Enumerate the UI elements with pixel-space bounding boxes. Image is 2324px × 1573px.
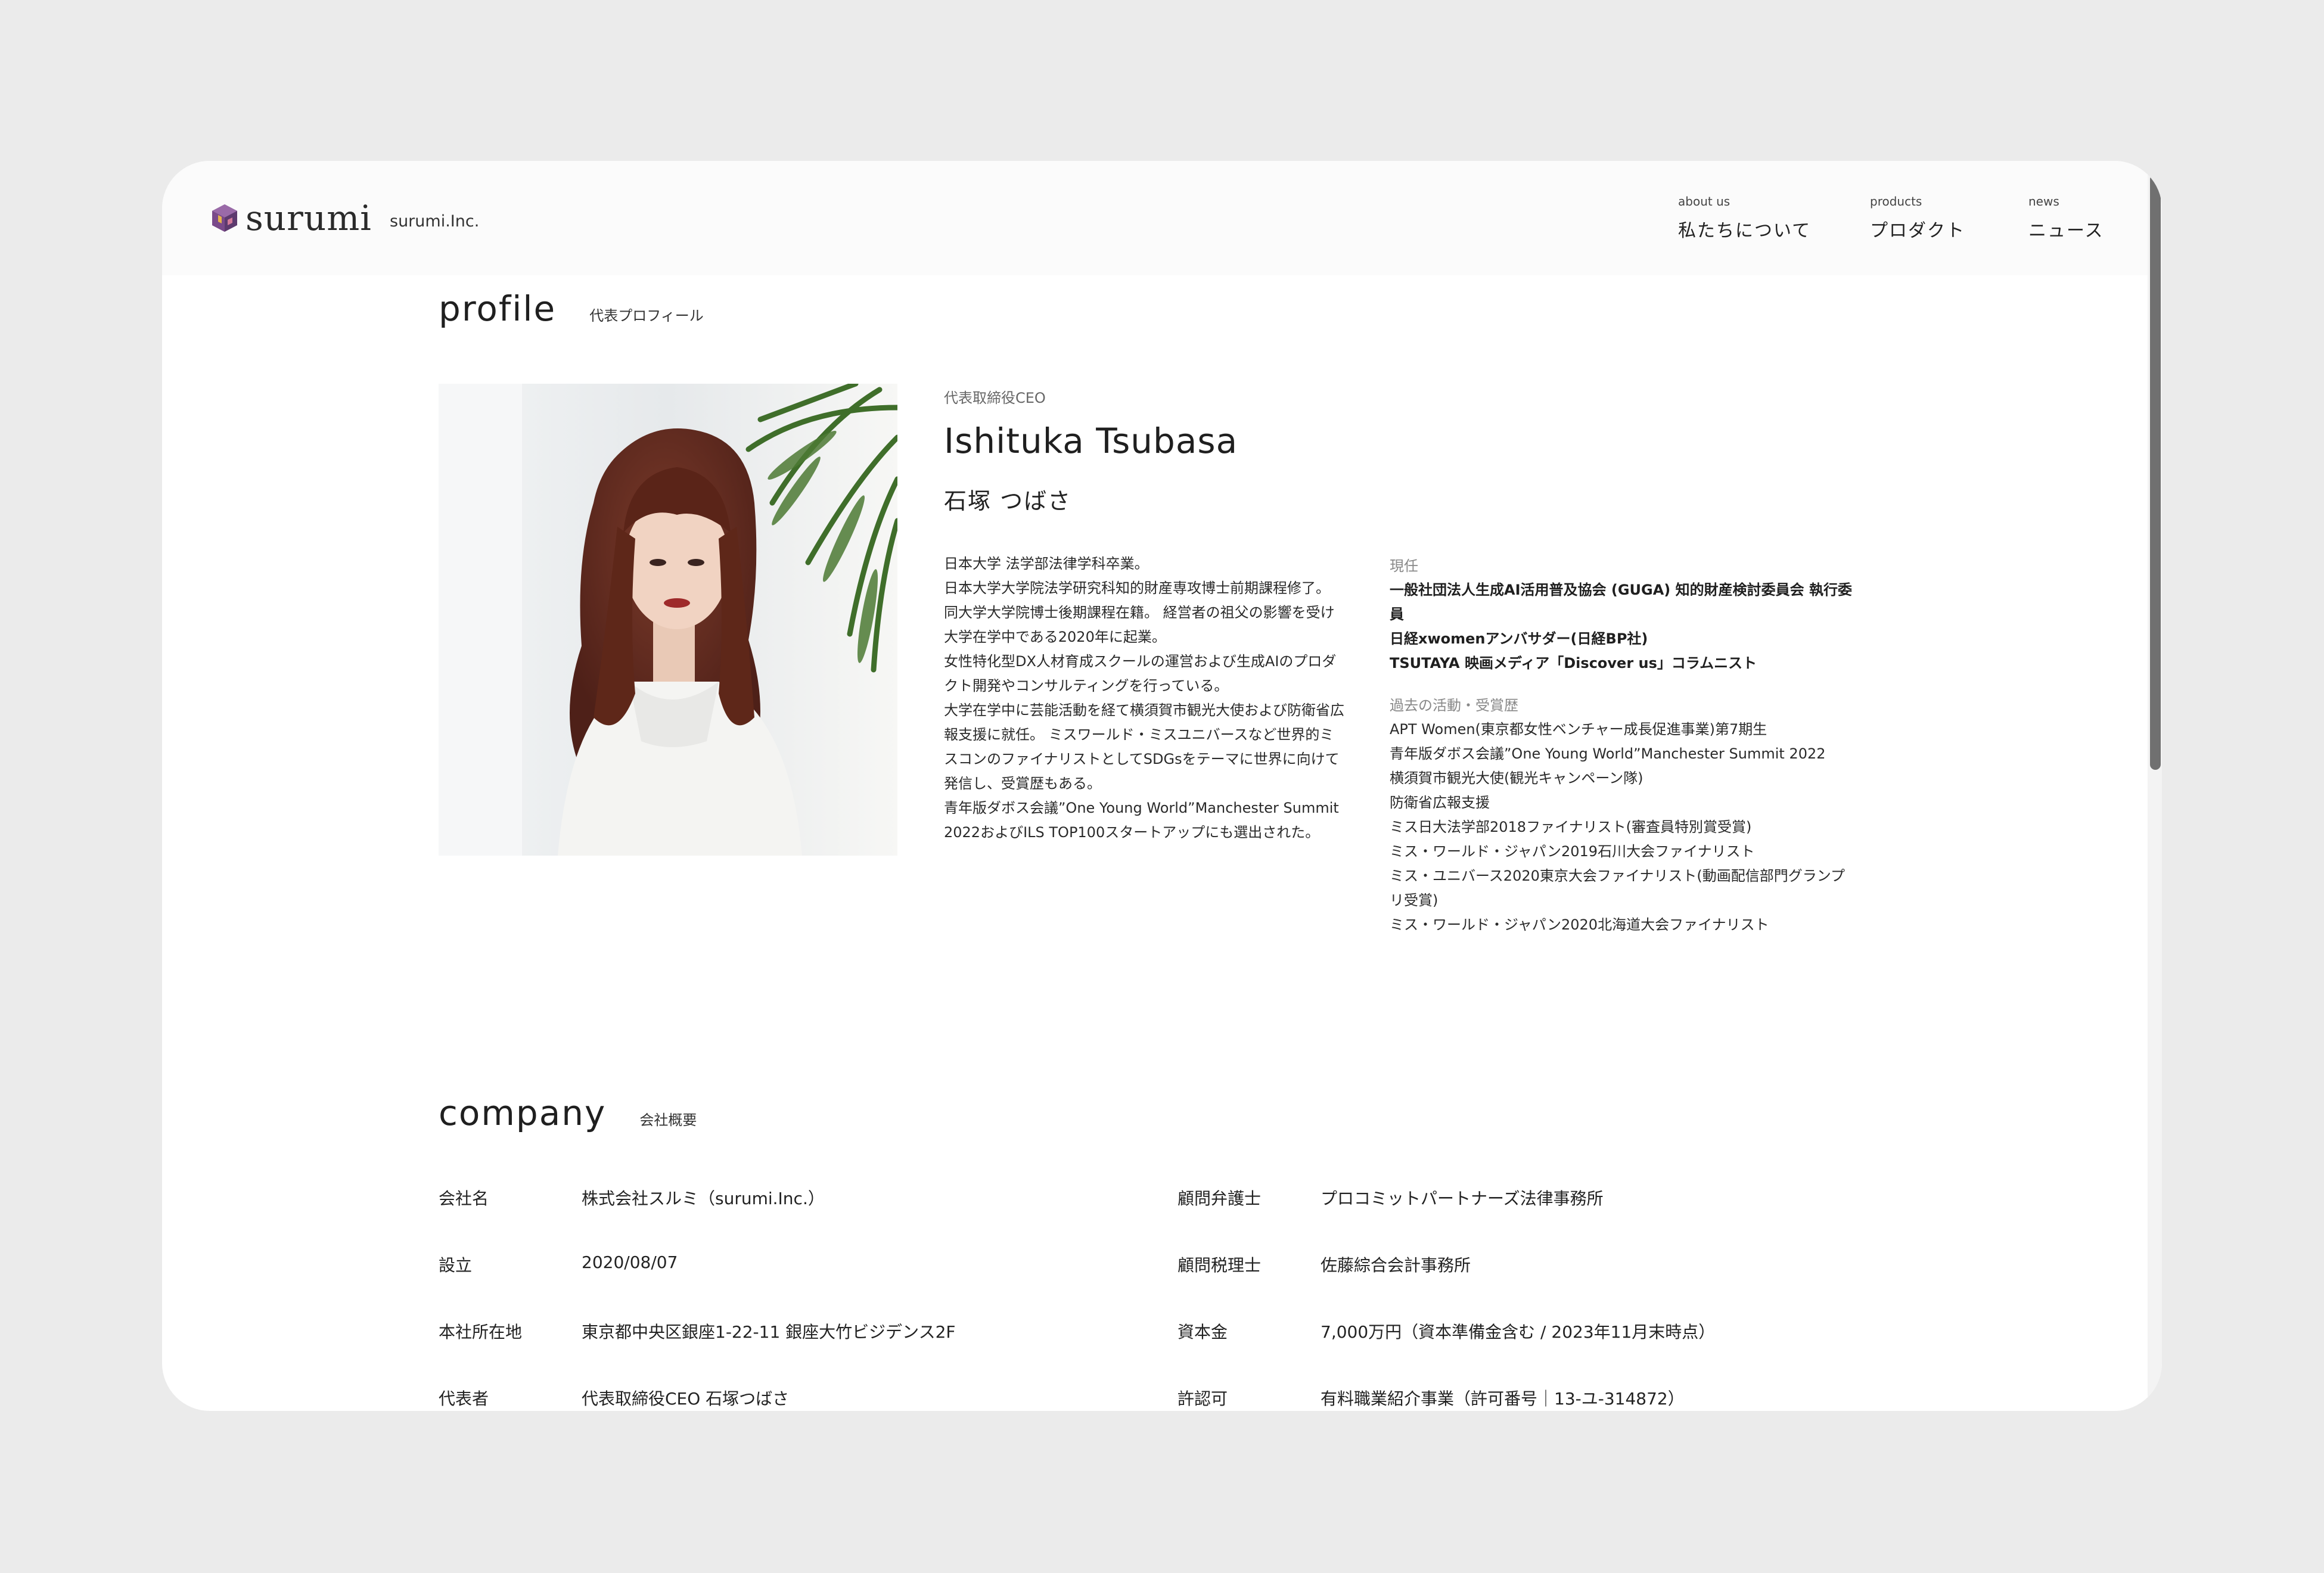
past-activities-heading: 過去の活動・受賞歴	[1390, 697, 1518, 714]
row-value: 株式会社スルミ（surumi.Inc.）	[582, 1189, 825, 1208]
current-position-item: 員	[1390, 606, 1404, 623]
current-position-item: 日経xwomenアンバサダー(日経BP社)	[1390, 630, 1648, 647]
row-value: 東京都中央区銀座1-22-11 銀座大竹ビジデンス2F	[582, 1322, 956, 1342]
past-activity-item: ミス・ワールド・ジャパン2020北海道大会ファイナリスト	[1390, 916, 1769, 933]
company-section-title: company 会社概要	[439, 1093, 697, 1133]
row-label: 許認可	[1177, 1389, 1228, 1409]
ceo-biography: 日本大学 法学部法律学科卒業。 日本大学大学院法学研究科知的財産専攻博士前期課程…	[944, 552, 1373, 845]
browser-window: surumi surumi.Inc. about us 私たちについて prod…	[162, 161, 2162, 1411]
row-label: 代表者	[439, 1389, 489, 1409]
row-label: 顧問弁護士	[1177, 1189, 1262, 1208]
past-activity-item: 横須賀市観光大使(観光キャンペーン隊)	[1390, 770, 1643, 786]
section-title-jp: 会社概要	[639, 1112, 697, 1129]
bio-line: 大学在学中に芸能活動を経て横須賀市観光大使および防衛省広	[944, 702, 1344, 719]
nav-label-jp: ニュース	[2028, 220, 2104, 241]
past-activity-item: 青年版ダボス会議”One Young World”Manchester Summ…	[1390, 745, 1826, 762]
bio-line: 同大学大学院博士後期課程在籍。 経営者の祖父の影響を受け	[944, 604, 1335, 621]
bio-line: 日本大学大学院法学研究科知的財産専攻博士前期課程修了。	[944, 580, 1330, 596]
bio-line: クト開発やコンサルティングを行っている。	[944, 677, 1229, 694]
nav-about-us[interactable]: about us 私たちについて	[1678, 194, 1811, 242]
bio-line: スコンのファイナリストとしてSDGsをテーマに世界に向けて	[944, 751, 1340, 767]
current-position-item: TSUTAYA 映画メディア「Discover us」コラムニスト	[1390, 655, 1757, 672]
bio-line: 報支援に就任。 ミスワールド・ミスユニバースなど世界的ミ	[944, 726, 1334, 743]
scrollbar-thumb[interactable]	[2150, 174, 2161, 770]
past-activity-item: ミス日大法学部2018ファイナリスト(審査員特別賞受賞)	[1390, 819, 1752, 835]
row-label: 設立	[439, 1255, 473, 1275]
past-activity-item: APT Women(東京都女性ベンチャー成長促進事業)第7期生	[1390, 721, 1767, 738]
row-label: 本社所在地	[439, 1322, 523, 1342]
bio-line: 2022およびILS TOP100スタートアップにも選出された。	[944, 824, 1320, 841]
nav-label-en: news	[2028, 194, 2059, 209]
row-value: 2020/08/07	[582, 1252, 678, 1272]
row-label: 資本金	[1177, 1322, 1228, 1342]
nav-label-jp: プロダクト	[1870, 220, 1965, 241]
nav-label-jp: 私たちについて	[1678, 220, 1812, 241]
row-value: 7,000万円（資本準備金含む / 2023年11月末時点）	[1321, 1322, 1716, 1342]
current-positions-heading: 現任	[1390, 558, 1418, 574]
bio-line: 発信し、受賞歴もある。	[944, 775, 1101, 792]
nav-products[interactable]: products プロダクト	[1870, 194, 1965, 242]
ceo-role: 代表取締役CEO	[944, 390, 1046, 406]
section-title-jp: 代表プロフィール	[589, 307, 704, 324]
row-value: 佐藤綜合会計事務所	[1321, 1255, 1471, 1275]
nav-news[interactable]: news ニュース	[2028, 194, 2104, 242]
past-activity-item: ミス・ユニバース2020東京大会ファイナリスト(動画配信部門グランプ	[1390, 868, 1845, 884]
past-activity-item: 防衛省広報支援	[1390, 794, 1490, 811]
row-label: 会社名	[439, 1189, 489, 1208]
bio-line: 日本大学 法学部法律学科卒業。	[944, 555, 1149, 572]
nav-label-en: about us	[1678, 194, 1730, 209]
ceo-name-en: Ishituka Tsubasa	[944, 421, 1238, 461]
site-header: surumi surumi.Inc. about us 私たちについて prod…	[162, 161, 2148, 275]
bio-line: 大学在学中である2020年に起業。	[944, 629, 1166, 645]
row-value: 有料職業紹介事業（許可番号｜13-ユ-314872）	[1321, 1389, 1685, 1409]
main-nav: about us 私たちについて products プロダクト news ニュー…	[162, 194, 2148, 254]
past-activity-item: リ受賞)	[1390, 892, 1438, 909]
nav-label-en: products	[1870, 194, 1922, 209]
bio-line: 女性特化型DX人材育成スクールの運営および生成AIのプロダ	[944, 653, 1337, 670]
row-value: 代表取締役CEO 石塚つばさ	[582, 1389, 790, 1409]
ceo-name-jp: 石塚 つばさ	[944, 488, 1072, 514]
section-title-en: profile	[439, 288, 557, 329]
row-label: 顧問税理士	[1177, 1255, 1262, 1275]
current-position-item: 一般社団法人生成AI活用普及協会 (GUGA) 知的財産検討委員会 執行委	[1390, 582, 1852, 598]
past-activity-item: ミス・ワールド・ジャパン2019石川大会ファイナリスト	[1390, 843, 1755, 860]
bio-line: 青年版ダボス会議”One Young World”Manchester Summ…	[944, 800, 1339, 816]
profile-section-title: profile 代表プロフィール	[439, 288, 704, 329]
section-title-en: company	[439, 1093, 607, 1133]
career-list: 現任 一般社団法人生成AI活用普及協会 (GUGA) 知的財産検討委員会 執行委…	[1390, 554, 1866, 937]
row-value: プロコミットパートナーズ法律事務所	[1321, 1189, 1604, 1208]
ceo-portrait-photo	[439, 384, 897, 856]
